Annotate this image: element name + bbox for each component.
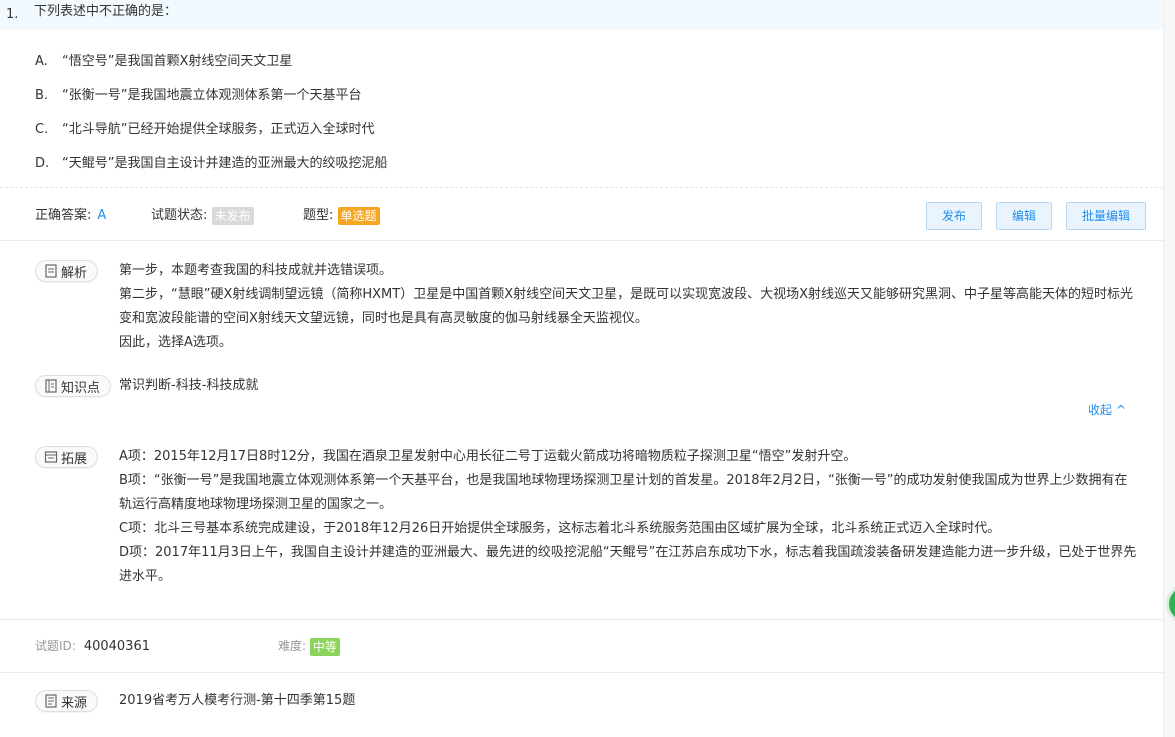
answer-label: 正确答案: (35, 208, 92, 223)
book-icon (45, 379, 57, 393)
option-text: “天鲲号”是我国自主设计并建造的亚洲最大的绞吸挖泥船 (62, 156, 388, 171)
question-id-value: 40040361 (83, 639, 150, 654)
type-label: 题型: (303, 208, 334, 223)
knowledge-tag: 知识点 (35, 375, 112, 397)
publish-button[interactable]: 发布 (926, 202, 982, 230)
source-icon (45, 694, 57, 708)
source-value: 2019省考万人模考行测-第十四季第15题 (119, 693, 356, 708)
divider (0, 672, 1163, 673)
question-stem: 下列表述中不正确的是： (34, 4, 178, 19)
extension-line: D项：2017年11月3日上午，我国自主设计并建造的亚洲最大、最先进的绞吸挖泥船… (119, 545, 1137, 584)
option-letter: C. (35, 122, 49, 137)
knowledge-label: 知识点 (61, 380, 101, 396)
extension-tag: 拓展 (35, 446, 99, 468)
analysis-line: 第二步，“慧眼”硬X射线调制望远镜（简称HXMT）卫星是中国首颗X射线空间天文卫… (119, 287, 1134, 326)
divider (0, 187, 1163, 188)
option-letter: A. (35, 54, 48, 69)
correct-answer: 正确答案: A (35, 204, 106, 223)
option-a: A. “悟空号”是我国首颗X射线空间天文卫星 (35, 50, 292, 69)
question-id: 试题ID: 40040361 (35, 637, 150, 654)
difficulty: 难度: 中等 (278, 637, 340, 656)
analysis-icon (45, 264, 57, 278)
status-label: 试题状态: (151, 208, 208, 223)
option-c: C. “北斗导航”已经开始提供全球服务，正式迈入全球时代 (35, 118, 374, 137)
extension-content: A项：2015年12月17日8时12分，我国在酒泉卫星发射中心用长征二号丁运载火… (119, 445, 1139, 589)
extension-line: C项：北斗三号基本系统完成建设，于2018年12月26日开始提供全球服务，这标志… (119, 521, 1001, 536)
option-letter: D. (35, 156, 50, 171)
question-type: 题型: 单选题 (303, 204, 380, 225)
scrollbar[interactable] (1163, 0, 1175, 737)
option-text: “悟空号”是我国首颗X射线空间天文卫星 (62, 54, 293, 69)
option-d: D. “天鲲号”是我国自主设计并建造的亚洲最大的绞吸挖泥船 (35, 152, 387, 171)
status-badge: 未发布 (211, 206, 254, 225)
analysis-tag: 解析 (35, 260, 99, 282)
extension-line: A项：2015年12月17日8时12分，我国在酒泉卫星发射中心用长征二号丁运载火… (119, 449, 857, 464)
option-text: “北斗导航”已经开始提供全球服务，正式迈入全球时代 (62, 122, 375, 137)
type-badge: 单选题 (337, 206, 380, 225)
extension-label: 拓展 (61, 451, 88, 467)
edit-button[interactable]: 编辑 (996, 202, 1052, 230)
option-b: B. “张衡一号”是我国地震立体观测体系第一个天基平台 (35, 84, 361, 103)
difficulty-label: 难度: (278, 639, 307, 653)
question-header: 1. 下列表述中不正确的是： (0, 0, 1163, 30)
analysis-label: 解析 (61, 265, 88, 281)
divider (0, 619, 1163, 620)
analysis-content: 第一步，本题考查我国的科技成就并选错误项。 第二步，“慧眼”硬X射线调制望远镜（… (119, 259, 1139, 355)
extension-line: B项：“张衡一号”是我国地震立体观测体系第一个天基平台，也是我国地球物理场探测卫… (119, 473, 1128, 512)
knowledge-value: 常识判断-科技-科技成就 (119, 378, 259, 393)
collapse-toggle[interactable]: 收起 ^ (1088, 401, 1126, 418)
analysis-line: 因此，选择A选项。 (119, 335, 232, 350)
source-label: 来源 (61, 695, 88, 711)
option-text: “张衡一号”是我国地震立体观测体系第一个天基平台 (62, 88, 362, 103)
answer-value: A (97, 208, 107, 223)
extension-icon (44, 451, 58, 463)
difficulty-badge: 中等 (309, 637, 340, 656)
source-tag: 来源 (35, 690, 99, 712)
option-letter: B. (35, 88, 49, 103)
question-id-label: 试题ID: (35, 639, 76, 653)
analysis-line: 第一步，本题考查我国的科技成就并选错误项。 (119, 263, 393, 278)
question-number: 1. (6, 7, 19, 22)
divider (0, 240, 1163, 241)
batch-edit-button[interactable]: 批量编辑 (1066, 202, 1146, 230)
question-status: 试题状态: 未发布 (151, 204, 254, 225)
